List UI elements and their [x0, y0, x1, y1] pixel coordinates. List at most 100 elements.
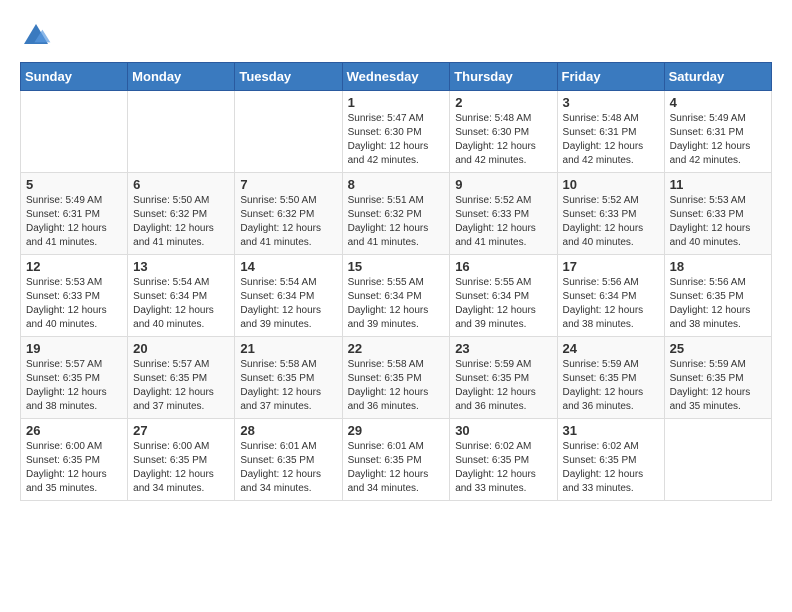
day-info: Sunrise: 5:58 AMSunset: 6:35 PMDaylight:… [240, 358, 336, 414]
day-info: Sunrise: 5:58 AMSunset: 6:35 PMDaylight:… [348, 358, 445, 414]
day-info: Sunrise: 5:53 AMSunset: 6:33 PMDaylight:… [26, 276, 122, 332]
day-number: 19 [26, 341, 122, 356]
calendar-cell: 28 Sunrise: 6:01 AMSunset: 6:35 PMDayligh… [235, 419, 342, 501]
calendar-cell: 1 Sunrise: 5:47 AMSunset: 6:30 PMDaylight… [342, 91, 450, 173]
day-info: Sunrise: 5:55 AMSunset: 6:34 PMDaylight:… [348, 276, 445, 332]
day-number: 9 [455, 177, 551, 192]
calendar-week-3: 12 Sunrise: 5:53 AMSunset: 6:33 PMDayligh… [21, 255, 772, 337]
calendar-week-4: 19 Sunrise: 5:57 AMSunset: 6:35 PMDayligh… [21, 337, 772, 419]
day-number: 3 [563, 95, 659, 110]
day-info: Sunrise: 5:52 AMSunset: 6:33 PMDaylight:… [455, 194, 551, 250]
day-number: 2 [455, 95, 551, 110]
day-info: Sunrise: 5:59 AMSunset: 6:35 PMDaylight:… [455, 358, 551, 414]
calendar-week-2: 5Sunrise: 5:49 AMSunset: 6:31 PMDaylight… [21, 173, 772, 255]
day-number: 28 [240, 423, 336, 438]
calendar-cell: 14 Sunrise: 5:54 AMSunset: 6:34 PMDayligh… [235, 255, 342, 337]
day-info: Sunrise: 5:54 AMSunset: 6:34 PMDaylight:… [133, 276, 229, 332]
day-info: Sunrise: 5:52 AMSunset: 6:33 PMDaylight:… [563, 194, 659, 250]
calendar-cell: 13 Sunrise: 5:54 AMSunset: 6:34 PMDayligh… [128, 255, 235, 337]
calendar-cell: 5Sunrise: 5:49 AMSunset: 6:31 PMDaylight… [21, 173, 128, 255]
day-number: 8 [348, 177, 445, 192]
day-number: 23 [455, 341, 551, 356]
day-info: Sunrise: 5:50 AMSunset: 6:32 PMDaylight:… [240, 194, 336, 250]
day-number: 21 [240, 341, 336, 356]
day-number: 29 [348, 423, 445, 438]
calendar-cell: 25 Sunrise: 5:59 AMSunset: 6:35 PMDayligh… [664, 337, 771, 419]
calendar-cell: 29 Sunrise: 6:01 AMSunset: 6:35 PMDayligh… [342, 419, 450, 501]
column-header-thursday: Thursday [450, 63, 557, 91]
day-number: 10 [563, 177, 659, 192]
column-header-monday: Monday [128, 63, 235, 91]
calendar-cell [235, 91, 342, 173]
day-number: 26 [26, 423, 122, 438]
calendar-cell: 31 Sunrise: 6:02 AMSunset: 6:35 PMDayligh… [557, 419, 664, 501]
calendar-cell: 21 Sunrise: 5:58 AMSunset: 6:35 PMDayligh… [235, 337, 342, 419]
calendar-cell: 11 Sunrise: 5:53 AMSunset: 6:33 PMDayligh… [664, 173, 771, 255]
calendar-cell: 26 Sunrise: 6:00 AMSunset: 6:35 PMDayligh… [21, 419, 128, 501]
day-info: Sunrise: 5:48 AMSunset: 6:31 PMDaylight:… [563, 112, 659, 168]
calendar-cell [128, 91, 235, 173]
day-info: Sunrise: 6:01 AMSunset: 6:35 PMDaylight:… [240, 440, 336, 496]
day-number: 12 [26, 259, 122, 274]
calendar-week-5: 26 Sunrise: 6:00 AMSunset: 6:35 PMDayligh… [21, 419, 772, 501]
day-number: 31 [563, 423, 659, 438]
day-info: Sunrise: 5:56 AMSunset: 6:34 PMDaylight:… [563, 276, 659, 332]
calendar-cell: 19 Sunrise: 5:57 AMSunset: 6:35 PMDayligh… [21, 337, 128, 419]
logo [20, 20, 54, 52]
day-info: Sunrise: 5:54 AMSunset: 6:34 PMDaylight:… [240, 276, 336, 332]
column-header-tuesday: Tuesday [235, 63, 342, 91]
day-number: 17 [563, 259, 659, 274]
day-number: 24 [563, 341, 659, 356]
calendar-cell: 23 Sunrise: 5:59 AMSunset: 6:35 PMDayligh… [450, 337, 557, 419]
calendar-week-1: 1 Sunrise: 5:47 AMSunset: 6:30 PMDaylight… [21, 91, 772, 173]
day-number: 27 [133, 423, 229, 438]
calendar-cell: 8 Sunrise: 5:51 AMSunset: 6:32 PMDaylight… [342, 173, 450, 255]
page-header [20, 20, 772, 52]
calendar-cell: 3 Sunrise: 5:48 AMSunset: 6:31 PMDaylight… [557, 91, 664, 173]
day-info: Sunrise: 5:55 AMSunset: 6:34 PMDaylight:… [455, 276, 551, 332]
calendar-cell: 27 Sunrise: 6:00 AMSunset: 6:35 PMDayligh… [128, 419, 235, 501]
day-number: 6 [133, 177, 229, 192]
calendar-cell: 2 Sunrise: 5:48 AMSunset: 6:30 PMDaylight… [450, 91, 557, 173]
day-info: Sunrise: 6:02 AMSunset: 6:35 PMDaylight:… [455, 440, 551, 496]
calendar-cell: 22 Sunrise: 5:58 AMSunset: 6:35 PMDayligh… [342, 337, 450, 419]
calendar-cell: 6 Sunrise: 5:50 AMSunset: 6:32 PMDaylight… [128, 173, 235, 255]
day-number: 25 [670, 341, 766, 356]
day-number: 22 [348, 341, 445, 356]
day-number: 1 [348, 95, 445, 110]
day-info: Sunrise: 5:50 AMSunset: 6:32 PMDaylight:… [133, 194, 229, 250]
column-header-wednesday: Wednesday [342, 63, 450, 91]
day-number: 11 [670, 177, 766, 192]
day-info: Sunrise: 5:53 AMSunset: 6:33 PMDaylight:… [670, 194, 766, 250]
day-info: Sunrise: 5:49 AMSunset: 6:31 PMDaylight:… [26, 194, 122, 250]
calendar-cell: 24Sunrise: 5:59 AMSunset: 6:35 PMDayligh… [557, 337, 664, 419]
day-info: Sunrise: 5:57 AMSunset: 6:35 PMDaylight:… [26, 358, 122, 414]
column-header-sunday: Sunday [21, 63, 128, 91]
day-number: 7 [240, 177, 336, 192]
calendar-cell: 9 Sunrise: 5:52 AMSunset: 6:33 PMDaylight… [450, 173, 557, 255]
calendar-table: SundayMondayTuesdayWednesdayThursdayFrid… [20, 62, 772, 501]
day-info: Sunrise: 5:56 AMSunset: 6:35 PMDaylight:… [670, 276, 766, 332]
day-info: Sunrise: 5:47 AMSunset: 6:30 PMDaylight:… [348, 112, 445, 168]
day-number: 18 [670, 259, 766, 274]
day-number: 14 [240, 259, 336, 274]
calendar-header-row: SundayMondayTuesdayWednesdayThursdayFrid… [21, 63, 772, 91]
day-info: Sunrise: 5:51 AMSunset: 6:32 PMDaylight:… [348, 194, 445, 250]
day-info: Sunrise: 5:48 AMSunset: 6:30 PMDaylight:… [455, 112, 551, 168]
day-info: Sunrise: 6:00 AMSunset: 6:35 PMDaylight:… [133, 440, 229, 496]
day-info: Sunrise: 5:49 AMSunset: 6:31 PMDaylight:… [670, 112, 766, 168]
day-number: 20 [133, 341, 229, 356]
calendar-cell: 17 Sunrise: 5:56 AMSunset: 6:34 PMDayligh… [557, 255, 664, 337]
calendar-cell: 7 Sunrise: 5:50 AMSunset: 6:32 PMDaylight… [235, 173, 342, 255]
day-info: Sunrise: 5:59 AMSunset: 6:35 PMDaylight:… [670, 358, 766, 414]
calendar-cell: 18 Sunrise: 5:56 AMSunset: 6:35 PMDayligh… [664, 255, 771, 337]
column-header-friday: Friday [557, 63, 664, 91]
column-header-saturday: Saturday [664, 63, 771, 91]
day-number: 13 [133, 259, 229, 274]
calendar-cell: 30Sunrise: 6:02 AMSunset: 6:35 PMDayligh… [450, 419, 557, 501]
calendar-cell: 15Sunrise: 5:55 AMSunset: 6:34 PMDayligh… [342, 255, 450, 337]
day-info: Sunrise: 6:01 AMSunset: 6:35 PMDaylight:… [348, 440, 445, 496]
day-number: 4 [670, 95, 766, 110]
day-info: Sunrise: 6:02 AMSunset: 6:35 PMDaylight:… [563, 440, 659, 496]
day-info: Sunrise: 6:00 AMSunset: 6:35 PMDaylight:… [26, 440, 122, 496]
